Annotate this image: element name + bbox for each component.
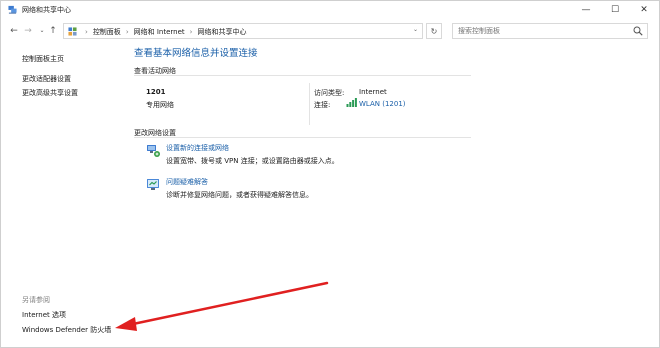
- breadcrumb-separator: ›: [85, 28, 88, 36]
- page-title: 查看基本网络信息并设置连接: [134, 48, 258, 59]
- breadcrumb-separator[interactable]: ›: [190, 28, 193, 36]
- network-center-icon: [8, 5, 17, 14]
- breadcrumb-control-panel[interactable]: 控制面板: [93, 28, 121, 36]
- see-also-link-internet-options[interactable]: Internet 选项: [22, 310, 66, 320]
- divider: [134, 137, 471, 138]
- see-also-heading: 另请参阅: [22, 296, 50, 304]
- breadcrumb-network-internet[interactable]: 网络和 Internet: [134, 28, 185, 36]
- divider: [134, 75, 471, 76]
- access-type-label: 访问类型:: [314, 89, 345, 97]
- address-dropdown-icon[interactable]: ⌄: [413, 26, 418, 33]
- close-button[interactable]: ✕: [629, 1, 659, 19]
- breadcrumb: › 控制面板 › 网络和 Internet › 网络和共享中心: [80, 27, 246, 37]
- refresh-button[interactable]: ↻: [426, 23, 442, 39]
- back-button[interactable]: ←: [7, 23, 21, 38]
- wlan-connection-link[interactable]: WLAN (1201): [359, 100, 406, 108]
- window-title: 网络和共享中心: [22, 6, 71, 14]
- sidebar-link-change-adapter-settings[interactable]: 更改适配器设置: [22, 74, 71, 84]
- maximize-button[interactable]: ☐: [600, 1, 630, 19]
- task-link-troubleshoot-problems[interactable]: 问题疑难解答: [166, 177, 208, 187]
- network-setup-icon: [147, 145, 160, 157]
- troubleshoot-icon: [147, 179, 159, 190]
- divider: [309, 83, 310, 125]
- breadcrumb-network-sharing-center[interactable]: 网络和共享中心: [197, 28, 246, 36]
- control-panel-icon: [68, 27, 77, 36]
- title-bar: 网络和共享中心 — ☐ ✕: [1, 1, 659, 19]
- connection-label: 连接:: [314, 101, 331, 109]
- search-icon: [633, 26, 643, 36]
- up-button[interactable]: ↑: [46, 23, 60, 38]
- task-description: 设置宽带、拨号或 VPN 连接；或设置路由器或接入点。: [166, 157, 339, 165]
- access-type-value: Internet: [359, 88, 387, 96]
- network-sharing-center-window: 网络和共享中心 — ☐ ✕ ← → ⌄ ↑ › 控制面板 › 网络和 Internet…: [0, 0, 660, 348]
- minimize-button[interactable]: —: [571, 1, 601, 19]
- network-name: 1201: [146, 88, 166, 96]
- address-bar[interactable]: › 控制面板 › 网络和 Internet › 网络和共享中心 ⌄: [63, 23, 423, 39]
- left-pane: 控制面板主页 更改适配器设置 更改高级共享设置 另请参阅 Internet 选项…: [1, 43, 121, 347]
- task-link-setup-new-connection[interactable]: 设置新的连接或网络: [166, 143, 229, 153]
- network-type: 专用网络: [146, 101, 174, 109]
- search-box[interactable]: [452, 23, 648, 39]
- sidebar-link-advanced-sharing-settings[interactable]: 更改高级共享设置: [22, 88, 78, 98]
- task-description: 诊断并修复网络问题，或者获得疑难解答信息。: [166, 191, 313, 199]
- navigation-bar: ← → ⌄ ↑ › 控制面板 › 网络和 Internet › 网络和共享中心 ⌄ ↻: [1, 21, 659, 41]
- sidebar-link-control-panel-home[interactable]: 控制面板主页: [22, 54, 64, 64]
- search-input[interactable]: [453, 24, 623, 38]
- wifi-signal-icon: [346, 98, 357, 107]
- see-also-link-windows-defender-firewall[interactable]: Windows Defender 防火墙: [22, 325, 111, 335]
- forward-button[interactable]: →: [21, 23, 35, 38]
- breadcrumb-separator[interactable]: ›: [126, 28, 129, 36]
